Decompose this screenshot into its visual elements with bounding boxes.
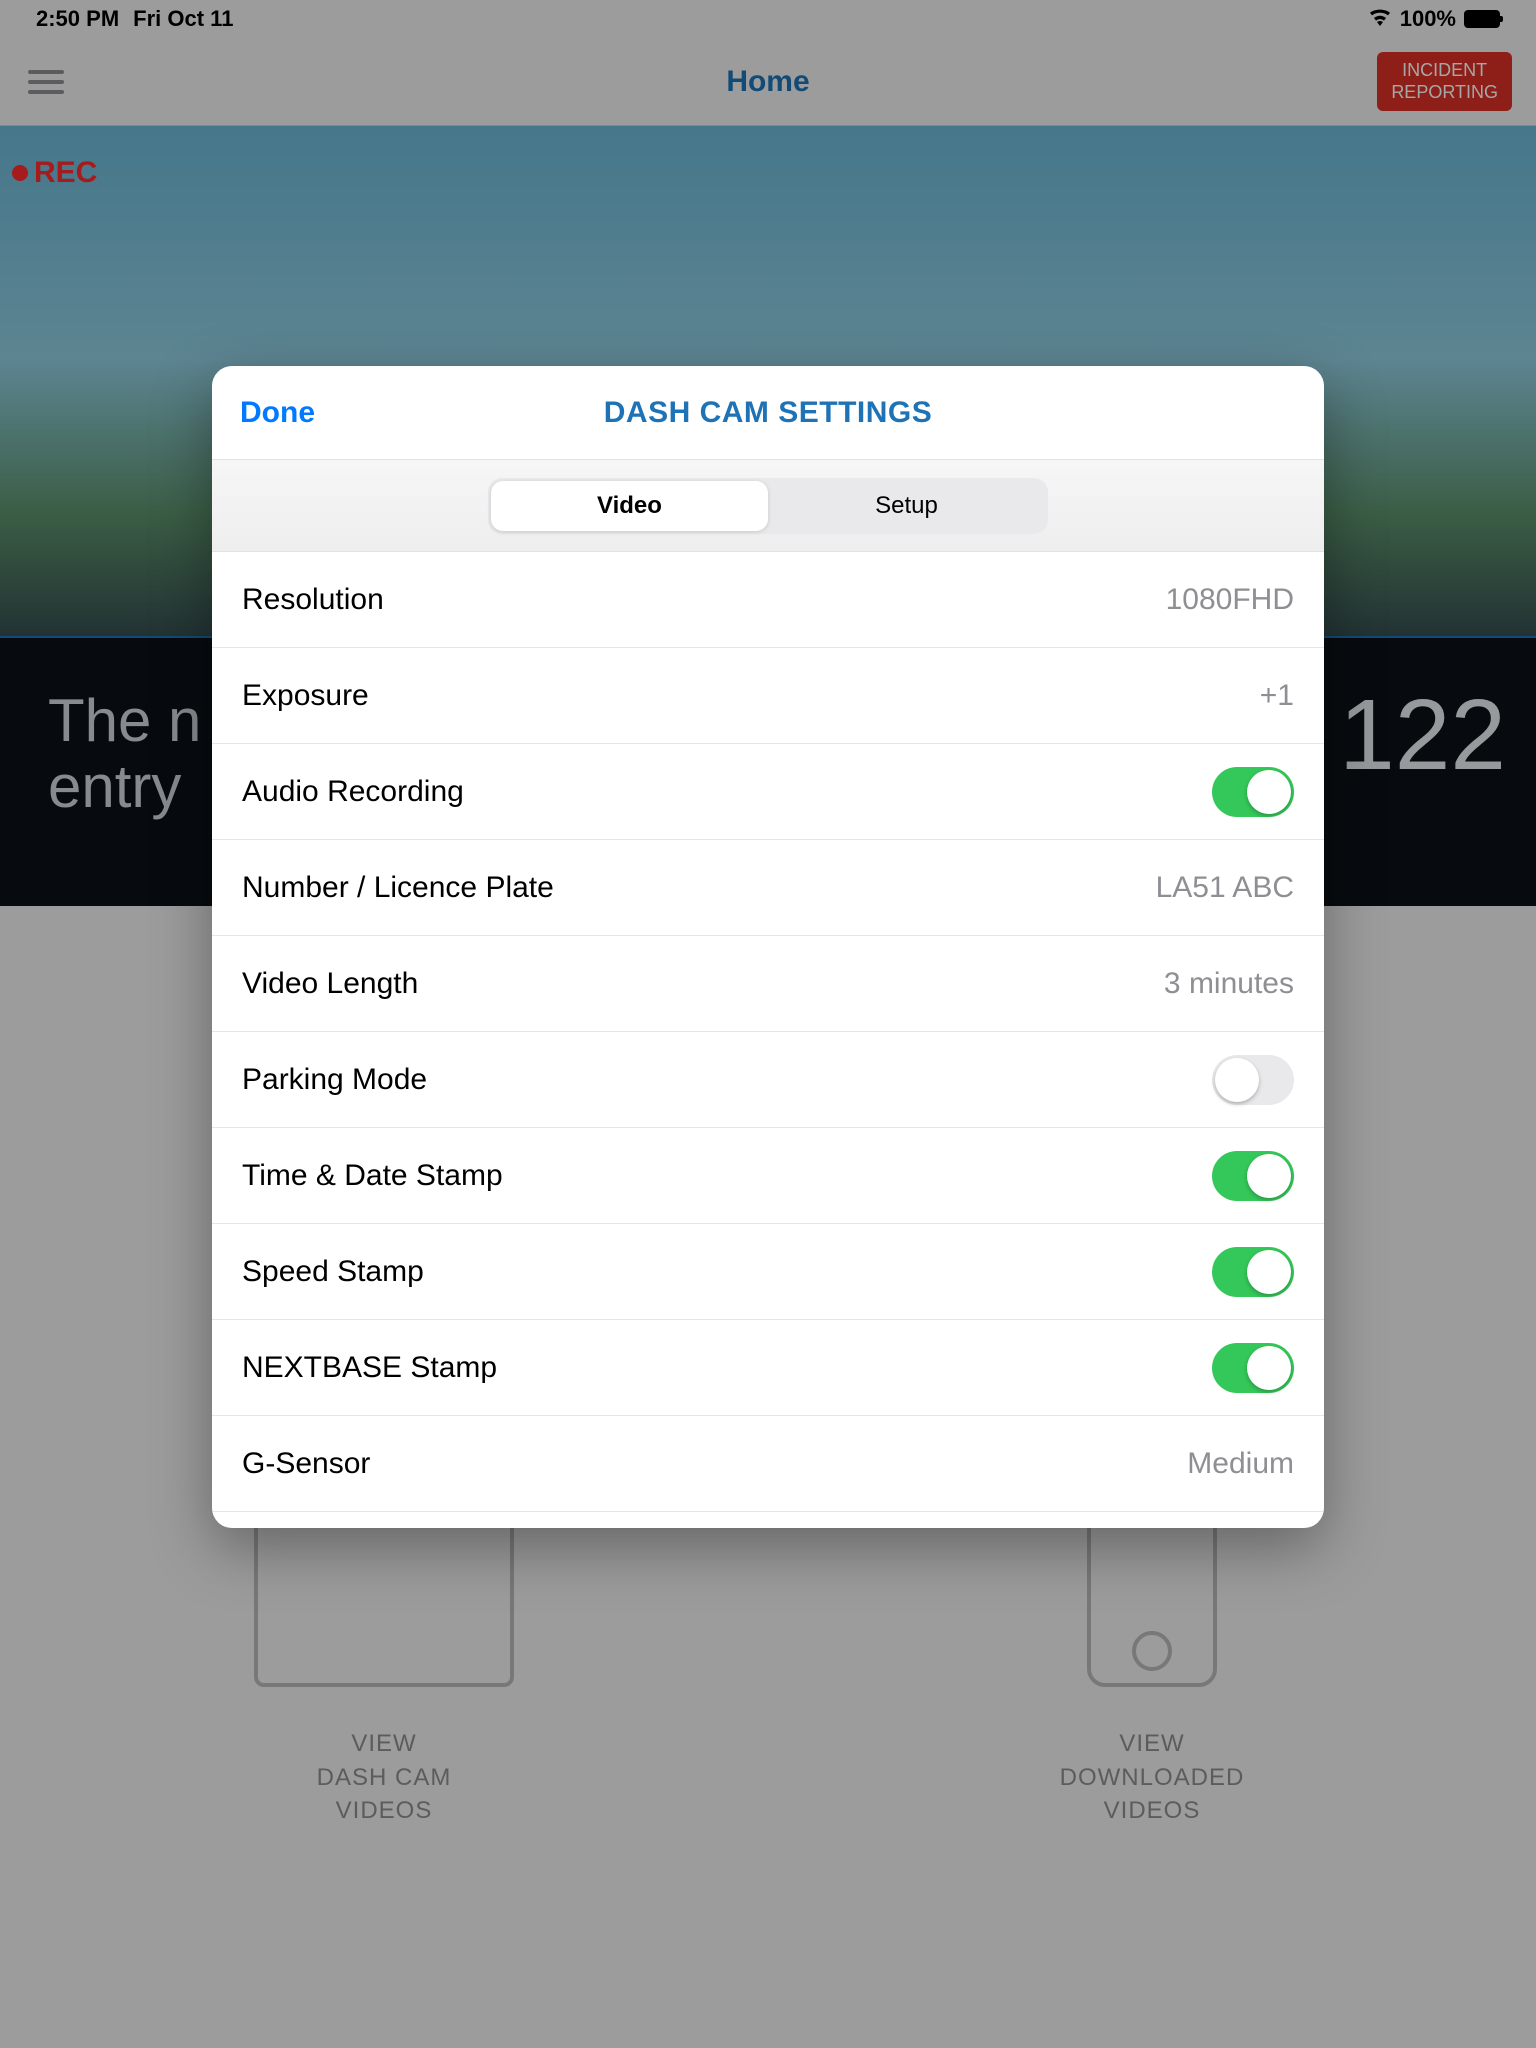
toggle-speed-stamp[interactable] bbox=[1212, 1247, 1294, 1297]
row-label: Video Length bbox=[242, 967, 418, 1001]
row-time-date-stamp[interactable]: Time & Date Stamp bbox=[212, 1128, 1324, 1224]
row-resolution[interactable]: Resolution 1080FHD bbox=[212, 552, 1324, 648]
row-label: Number / Licence Plate bbox=[242, 871, 554, 905]
tab-video[interactable]: Video bbox=[491, 481, 768, 531]
toggle-time-date-stamp[interactable] bbox=[1212, 1151, 1294, 1201]
segmented-control: Video Setup bbox=[212, 460, 1324, 552]
row-g-sensor[interactable]: G-Sensor Medium bbox=[212, 1416, 1324, 1512]
row-label: Parking Mode bbox=[242, 1063, 427, 1097]
row-label: Audio Recording bbox=[242, 775, 464, 809]
row-label: G-Sensor bbox=[242, 1447, 370, 1481]
row-audio-recording[interactable]: Audio Recording bbox=[212, 744, 1324, 840]
toggle-audio-recording[interactable] bbox=[1212, 767, 1294, 817]
settings-list: Resolution 1080FHD Exposure +1 Audio Recordi… bbox=[212, 552, 1324, 1528]
row-value: 1080FHD bbox=[1166, 583, 1294, 617]
row-parking-mode[interactable]: Parking Mode bbox=[212, 1032, 1324, 1128]
row-label: NEXTBASE Stamp bbox=[242, 1351, 497, 1385]
toggle-nextbase-stamp[interactable] bbox=[1212, 1343, 1294, 1393]
dashcam-settings-modal: Done DASH CAM SETTINGS Video Setup Resol… bbox=[212, 366, 1324, 1528]
row-value: Medium bbox=[1187, 1447, 1294, 1481]
row-value: +1 bbox=[1260, 679, 1294, 713]
modal-title: DASH CAM SETTINGS bbox=[604, 396, 933, 430]
row-value: LA51 ABC bbox=[1156, 871, 1294, 905]
row-label: Time & Date Stamp bbox=[242, 1159, 503, 1193]
row-label: Speed Stamp bbox=[242, 1255, 424, 1289]
row-speed-stamp[interactable]: Speed Stamp bbox=[212, 1224, 1324, 1320]
row-value: 3 minutes bbox=[1164, 967, 1294, 1001]
tab-setup[interactable]: Setup bbox=[768, 481, 1045, 531]
row-number-licence-plate[interactable]: Number / Licence Plate LA51 ABC bbox=[212, 840, 1324, 936]
row-label: Resolution bbox=[242, 583, 384, 617]
toggle-parking-mode[interactable] bbox=[1212, 1055, 1294, 1105]
modal-header: Done DASH CAM SETTINGS bbox=[212, 366, 1324, 460]
done-button[interactable]: Done bbox=[240, 396, 315, 430]
row-video-length[interactable]: Video Length 3 minutes bbox=[212, 936, 1324, 1032]
row-nextbase-stamp[interactable]: NEXTBASE Stamp bbox=[212, 1320, 1324, 1416]
row-exposure[interactable]: Exposure +1 bbox=[212, 648, 1324, 744]
row-label: Exposure bbox=[242, 679, 369, 713]
